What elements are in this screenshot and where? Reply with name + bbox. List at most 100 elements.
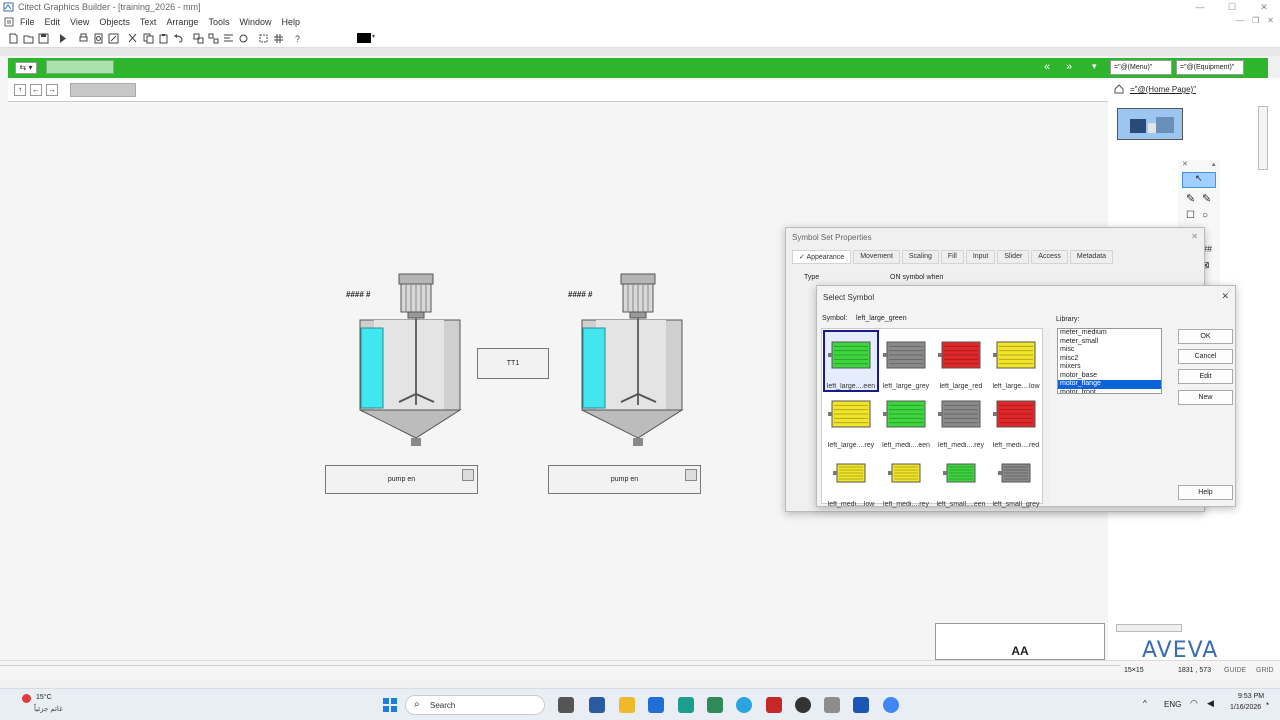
symbol-tile[interactable]: left_large....low <box>990 332 1042 390</box>
plcsim-icon[interactable] <box>589 697 605 713</box>
clock-date[interactable]: 1/16/2026 <box>1230 704 1261 711</box>
symbol-tile[interactable]: left_medi....rey <box>880 450 932 508</box>
symbol-tile[interactable]: left_medi....low <box>825 450 877 508</box>
menu-arrange[interactable]: Arrange <box>166 17 198 27</box>
symbol-tile[interactable]: left_large....een <box>823 330 879 392</box>
select-close-icon[interactable]: ✕ <box>1221 291 1229 302</box>
menu-window[interactable]: Window <box>239 17 271 27</box>
weather-temp[interactable]: 15°C <box>36 694 52 701</box>
tia-portal-icon[interactable] <box>678 697 694 713</box>
language-indicator[interactable]: ENG <box>1164 700 1181 709</box>
next-page-button[interactable]: » <box>1066 61 1072 73</box>
chevron-down-icon[interactable]: ▾ <box>1092 61 1097 72</box>
tray-chevron-icon[interactable]: ^ <box>1143 699 1147 708</box>
forward-arrow-icon[interactable]: → <box>46 84 58 96</box>
run-icon[interactable] <box>57 33 68 44</box>
tab-slider[interactable]: Slider <box>997 250 1030 264</box>
tab-metadata[interactable]: Metadata <box>1069 250 1114 264</box>
up-arrow-icon[interactable]: ↑ <box>14 84 26 96</box>
new-icon[interactable] <box>8 33 19 44</box>
volume-icon[interactable]: ◀ <box>1207 698 1214 709</box>
search-box[interactable]: ⌕ Search <box>405 695 545 715</box>
edge-icon[interactable] <box>736 697 752 713</box>
header-menu-icon[interactable]: ⇆ ▾ <box>15 62 37 74</box>
library-list[interactable]: meter_medium meter_small misc misc2 mixe… <box>1057 328 1162 394</box>
symbol-tile[interactable]: left_medi....red <box>990 391 1042 449</box>
app-icon-green[interactable] <box>707 697 723 713</box>
menu-tools[interactable]: Tools <box>208 17 229 27</box>
page-thumbnail[interactable] <box>1117 108 1183 140</box>
maximize-icon[interactable]: ☐ <box>1216 0 1248 14</box>
wifi-icon[interactable]: ◠ <box>1190 698 1198 709</box>
pump-button-2[interactable]: pump en <box>548 465 701 494</box>
export-icon[interactable] <box>108 33 119 44</box>
select-tool-icon[interactable]: ↖ <box>1182 172 1216 188</box>
symbol-tile[interactable]: left_large....rey <box>825 391 877 449</box>
tab-fill[interactable]: Fill <box>940 250 964 264</box>
notification-icon[interactable]: ◔ <box>1264 699 1269 709</box>
guide-toggle[interactable]: GUIDE <box>1224 667 1246 674</box>
prev-page-button[interactable]: « <box>1044 61 1050 73</box>
menu-text[interactable]: Text <box>140 17 157 27</box>
doc-close-icon[interactable]: ✕ <box>1267 16 1274 25</box>
header-field[interactable] <box>46 60 114 74</box>
home-page-link[interactable]: ="@(Home Page)" <box>1130 85 1196 94</box>
menu-help[interactable]: Help <box>281 17 300 27</box>
symbol-tile[interactable]: left_large_red <box>935 332 987 390</box>
paste-icon[interactable] <box>158 33 169 44</box>
menu-view[interactable]: View <box>70 17 89 27</box>
edit-button[interactable]: Edit <box>1178 369 1233 384</box>
ellipse-tool-icon[interactable]: ○ <box>1202 210 1208 221</box>
grid-toggle[interactable]: GRID <box>1256 667 1274 674</box>
word-icon[interactable] <box>853 697 869 713</box>
symbol-tile[interactable]: left_medi....een <box>880 391 932 449</box>
list-item[interactable]: meter_medium <box>1058 329 1161 338</box>
resize-icon[interactable] <box>258 33 269 44</box>
tab-access[interactable]: Access <box>1031 250 1068 264</box>
panel-scrollbar[interactable] <box>1258 106 1268 170</box>
list-item[interactable]: mixers <box>1058 363 1161 372</box>
symbol-tile[interactable]: left_small_grey <box>990 450 1042 508</box>
help-button[interactable]: Help <box>1178 485 1233 500</box>
list-item[interactable]: misc2 <box>1058 355 1161 364</box>
pen-tool-icon[interactable]: ✎ <box>1202 192 1211 205</box>
store-icon[interactable] <box>648 697 664 713</box>
rotate-icon[interactable] <box>238 33 249 44</box>
preview-icon[interactable] <box>93 33 104 44</box>
chrome-icon[interactable] <box>883 697 899 713</box>
doc-icon[interactable] <box>4 17 14 27</box>
group-icon[interactable] <box>193 33 204 44</box>
symbol-tile[interactable]: left_small....een <box>935 450 987 508</box>
help-icon[interactable]: ? <box>292 33 303 44</box>
menu-objects[interactable]: Objects <box>99 17 130 27</box>
tank-1[interactable]: #### # <box>344 270 464 450</box>
doc-minimize-icon[interactable]: — <box>1236 16 1244 25</box>
menu-link[interactable]: ="@(Menu)" <box>1110 60 1172 75</box>
cut-icon[interactable] <box>127 33 138 44</box>
palette-collapse-icon[interactable]: ▴ <box>1212 160 1216 168</box>
symbol-tile[interactable]: left_large_grey <box>880 332 932 390</box>
list-item[interactable]: motor_base <box>1058 372 1161 381</box>
save-icon[interactable] <box>38 33 49 44</box>
list-item[interactable]: motor_front <box>1058 389 1161 394</box>
menu-edit[interactable]: Edit <box>45 17 61 27</box>
new-button[interactable]: New <box>1178 390 1233 405</box>
copy-icon[interactable] <box>143 33 154 44</box>
palette-close-icon[interactable]: ✕ <box>1182 160 1188 168</box>
doc-restore-icon[interactable]: ❐ <box>1252 16 1259 25</box>
aa-box[interactable]: AA <box>935 623 1105 660</box>
pencil-tool-icon[interactable]: ✎ <box>1186 192 1195 205</box>
ungroup-icon[interactable] <box>208 33 219 44</box>
acrobat-icon[interactable] <box>766 697 782 713</box>
page-field[interactable] <box>70 83 136 97</box>
obs-icon[interactable] <box>795 697 811 713</box>
list-item[interactable]: meter_small <box>1058 338 1161 347</box>
open-icon[interactable] <box>23 33 34 44</box>
tab-scaling[interactable]: Scaling <box>901 250 939 264</box>
back-arrow-icon[interactable]: ← <box>30 84 42 96</box>
task-view-icon[interactable] <box>558 697 574 713</box>
clock-time[interactable]: 9:53 PM <box>1238 693 1264 700</box>
menu-file[interactable]: File <box>20 17 35 27</box>
citect-icon[interactable] <box>824 697 840 713</box>
equipment-link[interactable]: ="@(Equipment)" <box>1176 60 1244 75</box>
